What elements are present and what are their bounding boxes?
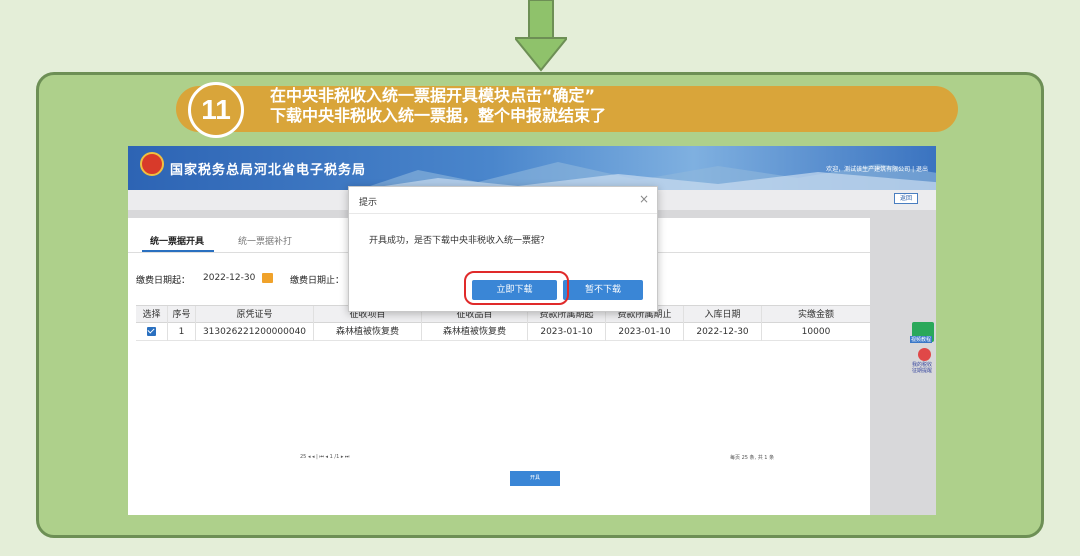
- down-arrow-icon: [515, 0, 567, 72]
- col-voucher: 原凭证号: [196, 306, 314, 324]
- tax-emblem-icon: [140, 152, 164, 176]
- col-storage-date: 入库日期: [684, 306, 762, 324]
- user-info[interactable]: 欢迎，测试该生产建筑有限公司 | 退出: [826, 164, 928, 173]
- checkbox-checked-icon[interactable]: [147, 327, 156, 336]
- step-number: 11: [188, 82, 244, 138]
- col-index: 序号: [168, 306, 196, 324]
- close-icon[interactable]: ×: [639, 192, 649, 206]
- table-row[interactable]: 1 313026221200000040 森林植被恢复费 森林植被恢复费 202…: [136, 323, 870, 341]
- step-instructions: 在中央非税收入统一票据开具模块点击“确定” 下载中央非税收入统一票据，整个申报就…: [270, 86, 606, 126]
- portal-header: 国家税务总局河北省电子税务局 欢迎，测试该生产建筑有限公司 | 退出: [128, 146, 936, 190]
- dialog-message: 开具成功，是否下载中央非税收入统一票据？: [369, 236, 550, 246]
- dialog-divider: [349, 213, 657, 214]
- tab-issue-invoice[interactable]: 统一票据开具: [150, 234, 204, 247]
- portal-title: 国家税务总局河北省电子税务局: [170, 163, 367, 178]
- video-tutorial-label[interactable]: 视频教程: [910, 336, 933, 343]
- pagination-summary: 每页 25 条, 共 1 条: [730, 455, 775, 461]
- row-storage-date: 2022-12-30: [684, 323, 762, 341]
- row-amount: 10000: [801, 327, 831, 337]
- back-button[interactable]: 返回: [894, 193, 918, 204]
- start-date-input[interactable]: 2022-12-30: [203, 273, 255, 283]
- step-line-2: 下载中央非税收入统一票据，整个申报就结束了: [270, 106, 607, 125]
- col-select: 选择: [136, 306, 168, 324]
- row-period-end: 2023-01-10: [606, 323, 684, 341]
- highlight-ring: [464, 271, 569, 305]
- col-amount: 实缴金额: [797, 310, 834, 320]
- row-subitem: 森林植被恢复费: [422, 323, 528, 341]
- pagination-controls[interactable]: 25 ◂ ◂ | ⏮ ◂ 1 /1 ▸ ⏭: [300, 454, 349, 460]
- tax-calendar-label[interactable]: 我的税收 征期提醒: [912, 362, 932, 374]
- calendar-icon[interactable]: [262, 273, 273, 283]
- dialog-title: 提示: [359, 198, 378, 208]
- skip-download-button[interactable]: 暂不下载: [563, 280, 643, 300]
- row-voucher: 313026221200000040: [196, 323, 314, 341]
- start-date-label: 缴费日期起：: [136, 276, 191, 286]
- tab-reprint-invoice[interactable]: 统一票据补打: [238, 234, 292, 247]
- mountain-banner: [358, 162, 936, 190]
- row-item: 森林植被恢复费: [314, 323, 422, 341]
- row-period-start: 2023-01-10: [528, 323, 606, 341]
- row-index: 1: [168, 323, 196, 341]
- tax-calendar-icon[interactable]: [918, 348, 931, 361]
- step-line-1: 在中央非税收入统一票据开具模块点击“确定”: [270, 86, 596, 105]
- row-select[interactable]: [136, 323, 168, 341]
- issue-button[interactable]: 开具: [510, 471, 560, 486]
- end-date-label: 缴费日期止：: [290, 276, 345, 286]
